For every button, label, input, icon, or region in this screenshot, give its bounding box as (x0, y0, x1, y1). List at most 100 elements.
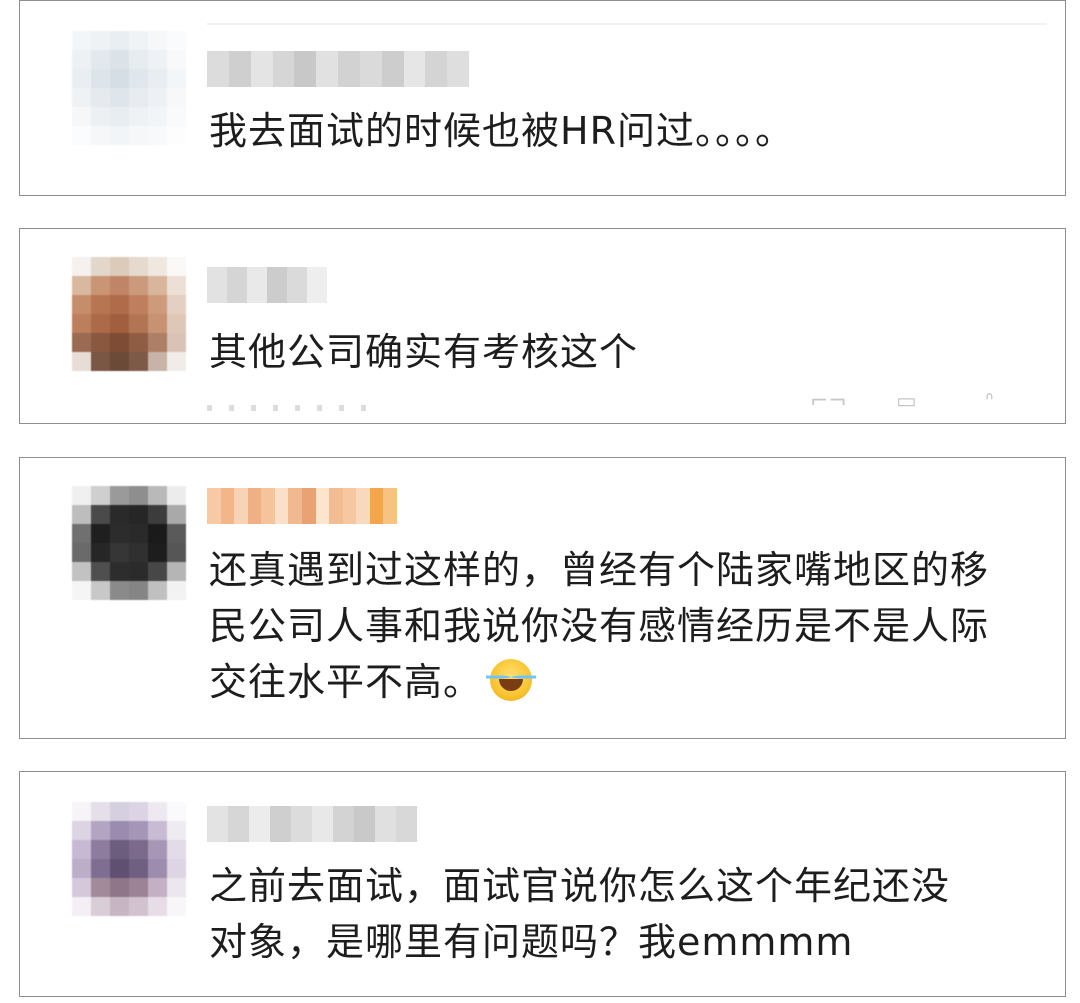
username-mosaic-cell (220, 488, 235, 524)
avatar-mosaic-cell (110, 562, 129, 581)
avatar-mosaic-cell (129, 314, 148, 333)
username-mosaic-cell (447, 51, 469, 87)
avatar-mosaic-cell (72, 31, 91, 50)
avatar-mosaic-cell (129, 878, 148, 897)
avatar-mosaic-cell (148, 276, 167, 295)
username-mosaic-cell (359, 51, 382, 87)
avatar-mosaic-cell (148, 486, 167, 505)
avatar[interactable] (72, 31, 186, 145)
avatar-mosaic-cell (91, 543, 110, 562)
avatar-mosaic-cell (72, 333, 91, 352)
avatar-mosaic-cell (110, 257, 129, 276)
avatar-mosaic-cell (91, 581, 110, 600)
avatar-mosaic-cell (72, 840, 91, 859)
avatar-mosaic-cell (148, 295, 167, 314)
avatar-mosaic-cell (91, 878, 110, 897)
username-mosaic-cell (261, 488, 276, 524)
avatar-mosaic-cell (148, 333, 167, 352)
comment-text: 其他公司确实有考核这个 (209, 330, 639, 374)
username-blurred[interactable] (207, 488, 397, 524)
avatar-mosaic-cell (72, 314, 91, 333)
avatar-mosaic-cell (167, 524, 186, 543)
avatar-mosaic-cell (91, 352, 110, 371)
username-mosaic-cell (403, 51, 426, 87)
like-icon[interactable]: ᐢ (985, 391, 994, 413)
avatar-mosaic-cell (148, 69, 167, 88)
avatar-mosaic-cell (72, 878, 91, 897)
avatar-mosaic-cell (72, 126, 91, 145)
avatar-mosaic-cell (129, 897, 148, 916)
username-mosaic-cell (247, 488, 262, 524)
username-mosaic-cell (270, 806, 291, 842)
avatar-mosaic-cell (148, 524, 167, 543)
avatar-mosaic-cell (167, 486, 186, 505)
username-mosaic-cell (250, 51, 273, 87)
avatar[interactable] (72, 486, 186, 600)
avatar-mosaic-cell (72, 257, 91, 276)
avatar-mosaic-cell (72, 50, 91, 69)
avatar-mosaic-cell (72, 581, 91, 600)
avatar-mosaic-cell (72, 486, 91, 505)
username-mosaic-cell (312, 806, 333, 842)
username-mosaic-cell (316, 51, 339, 87)
avatar[interactable] (72, 257, 186, 371)
avatar-mosaic-cell (91, 276, 110, 295)
avatar-mosaic-cell (91, 897, 110, 916)
avatar-mosaic-cell (91, 69, 110, 88)
avatar-mosaic-cell (129, 840, 148, 859)
avatar-mosaic-cell (129, 257, 148, 276)
username-blurred[interactable] (207, 806, 417, 842)
avatar-mosaic-cell (129, 276, 148, 295)
avatar-mosaic-cell (72, 107, 91, 126)
avatar-mosaic-cell (167, 897, 186, 916)
avatar-mosaic-cell (129, 31, 148, 50)
avatar-mosaic-cell (167, 562, 186, 581)
username-mosaic-cell (356, 488, 371, 524)
username-mosaic-cell (381, 51, 404, 87)
avatar-mosaic-cell (167, 295, 186, 314)
avatar-mosaic-cell (110, 821, 129, 840)
avatar-mosaic-cell (148, 88, 167, 107)
avatar-mosaic-cell (129, 859, 148, 878)
avatar-mosaic-cell (110, 486, 129, 505)
username-blurred[interactable] (207, 267, 327, 303)
comment-card: 之前去面试，面试官说你怎么这个年纪还没对象，是哪里有问题吗？我emmmm (19, 771, 1066, 997)
avatar-mosaic-cell (167, 69, 186, 88)
username-mosaic-cell (329, 488, 344, 524)
username-mosaic-cell (396, 806, 417, 842)
avatar-mosaic-cell (72, 859, 91, 878)
username-mosaic-cell (207, 488, 221, 524)
avatar-mosaic-cell (110, 333, 129, 352)
username-mosaic-cell (425, 51, 448, 87)
username-mosaic-cell (207, 806, 228, 842)
comment-icon[interactable]: ▭ (896, 391, 917, 413)
avatar-mosaic-cell (167, 333, 186, 352)
avatar-mosaic-cell (167, 276, 186, 295)
username-mosaic-cell (294, 51, 317, 87)
avatar-mosaic-cell (72, 897, 91, 916)
avatar-mosaic-cell (129, 69, 148, 88)
avatar-mosaic-cell (91, 505, 110, 524)
avatar-mosaic-cell (91, 486, 110, 505)
username-mosaic-cell (234, 488, 249, 524)
share-icon[interactable]: ⌐¬ (810, 391, 847, 413)
username-blurred[interactable] (207, 51, 469, 87)
avatar-mosaic-cell (129, 562, 148, 581)
avatar-mosaic-cell (167, 352, 186, 371)
avatar-mosaic-cell (72, 295, 91, 314)
avatar-mosaic-cell (91, 88, 110, 107)
avatar-mosaic-cell (148, 31, 167, 50)
username-mosaic-cell (369, 488, 384, 524)
laughing-tears-emoji-icon (486, 659, 537, 701)
avatar-mosaic-cell (110, 859, 129, 878)
avatar-mosaic-cell (167, 257, 186, 276)
username-mosaic-cell (207, 267, 227, 303)
avatar-mosaic-cell (129, 505, 148, 524)
avatar-mosaic-cell (148, 107, 167, 126)
divider (207, 23, 1047, 25)
avatar[interactable] (72, 802, 186, 916)
avatar-mosaic-cell (167, 88, 186, 107)
avatar-mosaic-cell (148, 802, 167, 821)
timestamp-blurred (207, 405, 367, 411)
avatar-mosaic-cell (72, 543, 91, 562)
